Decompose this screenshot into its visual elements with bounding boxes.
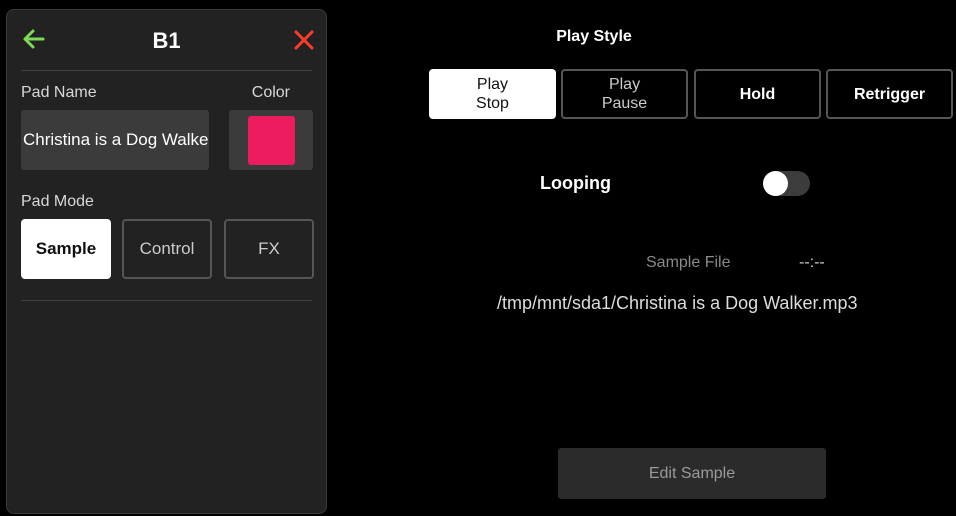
pad-mode-label: Pad Mode <box>21 193 94 210</box>
retrigger-button[interactable]: Retrigger <box>826 69 953 119</box>
sample-path: /tmp/mnt/sda1/Christina is a Dog Walker.… <box>497 293 858 313</box>
play-pause-line2: Pause <box>601 95 648 112</box>
looping-label: Looping <box>540 173 611 193</box>
hold-label: Hold <box>739 85 776 103</box>
close-icon <box>294 30 314 50</box>
pad-name-field[interactable]: Christina is a Dog Walker <box>21 110 209 170</box>
play-stop-line1: Play <box>476 76 509 93</box>
sample-file-label: Sample File <box>646 254 731 271</box>
hold-button[interactable]: Hold <box>694 69 821 119</box>
play-stop-line2: Stop <box>476 95 509 112</box>
play-style-title: Play Style <box>556 28 632 45</box>
mode-control-button[interactable]: Control <box>122 219 212 279</box>
close-button[interactable] <box>290 26 318 54</box>
screen: B1 Pad Name Color Christina is a Dog Wal… <box>0 0 956 516</box>
toggle-knob <box>763 171 788 196</box>
mode-sample-button[interactable]: Sample <box>21 219 111 279</box>
panel-header: B1 <box>7 10 326 70</box>
divider <box>21 300 312 301</box>
play-pause-line1: Play <box>608 76 641 93</box>
color-label: Color <box>251 84 290 101</box>
mode-fx-button[interactable]: FX <box>224 219 314 279</box>
divider <box>21 70 312 71</box>
sample-time: --:-- <box>799 254 825 271</box>
play-pause-button[interactable]: Play Pause <box>561 69 688 119</box>
edit-sample-button[interactable]: Edit Sample <box>558 448 826 499</box>
play-stop-button[interactable]: Play Stop <box>429 69 556 119</box>
color-swatch <box>248 116 295 165</box>
pad-settings-panel: B1 Pad Name Color Christina is a Dog Wal… <box>6 9 327 514</box>
color-picker-button[interactable] <box>229 110 313 170</box>
retrigger-label: Retrigger <box>853 85 926 103</box>
pad-name-label: Pad Name <box>21 84 97 101</box>
looping-toggle[interactable] <box>763 171 810 196</box>
pad-title: B1 <box>152 28 181 53</box>
